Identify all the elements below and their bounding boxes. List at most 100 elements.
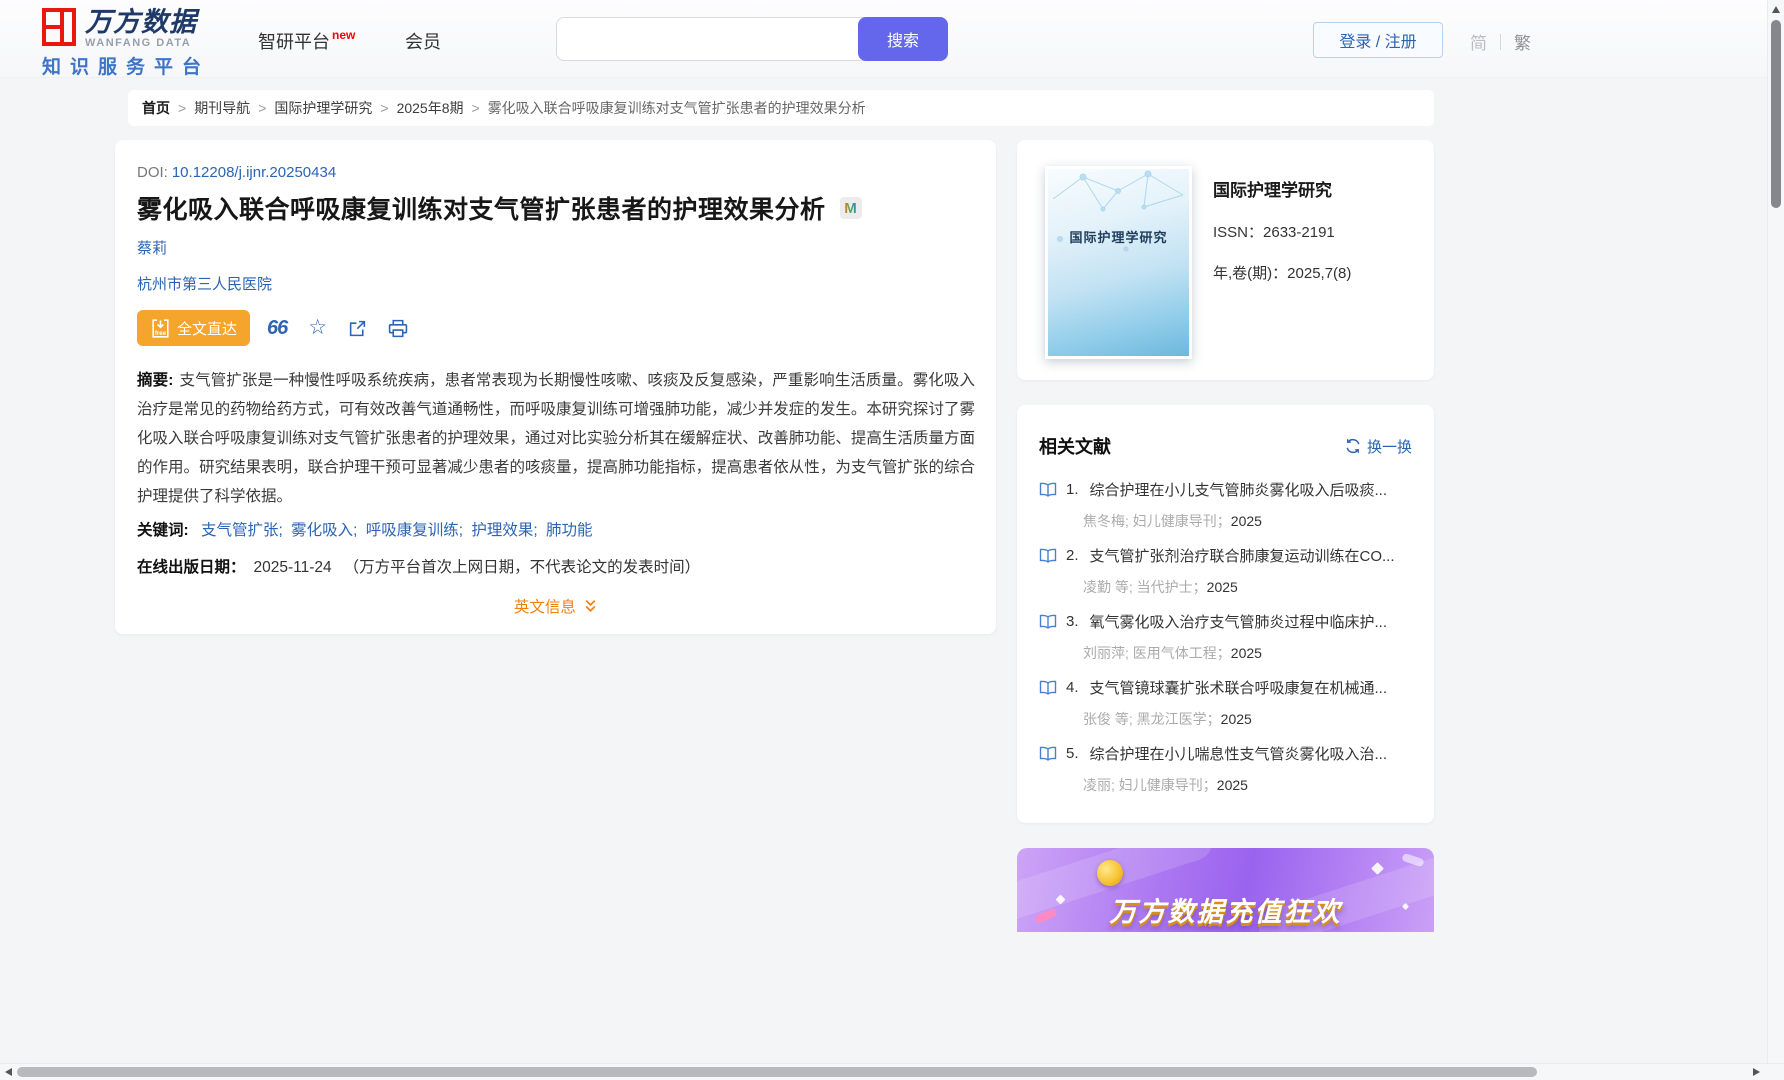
doi-label: DOI: (137, 164, 168, 181)
recharge-promo-banner[interactable]: 万方数据充值狂欢 (1017, 848, 1434, 932)
related-item: 1. 综合护理在小儿支气管肺炎雾化吸入后吸痰... 焦冬梅; 妇儿健康导刊；20… (1039, 479, 1418, 545)
related-item-meta: 张俊 等; 黑龙江医学；2025 (1083, 709, 1418, 729)
english-info-toggle[interactable]: 英文信息 (115, 595, 996, 617)
nav-item-zhiyan-platform[interactable]: 智研平台new (258, 28, 355, 54)
related-articles-card: 相关文献 换一换 1. 综合护理在小儿支气管肺炎雾化吸入后吸痰... 焦冬梅; … (1017, 405, 1434, 823)
breadcrumb-separator: > (472, 100, 480, 116)
related-item: 2. 支气管扩张剂治疗联合肺康复运动训练在CO... 凌勤 等; 当代护士；20… (1039, 545, 1418, 611)
breadcrumb-home[interactable]: 首页 (142, 98, 170, 118)
breadcrumb-separator: > (178, 100, 186, 116)
sparkle-icon (1371, 862, 1384, 875)
medical-badge-icon[interactable]: M (840, 197, 862, 219)
volume-value: 2025,7(8) (1287, 265, 1351, 282)
scroll-left-arrow[interactable] (5, 1068, 12, 1076)
doi-link[interactable]: 10.12208/j.ijnr.20250434 (172, 164, 336, 181)
lang-simplified[interactable]: 简 (1470, 29, 1487, 54)
related-articles-title: 相关文献 (1039, 433, 1111, 459)
lang-divider (1500, 34, 1501, 50)
related-item-meta: 凌丽; 妇儿健康导刊；2025 (1083, 775, 1418, 795)
language-toggle: 简 繁 (1470, 29, 1531, 54)
scroll-up-arrow[interactable] (1772, 6, 1780, 13)
journal-name[interactable]: 国际护理学研究 (1213, 176, 1351, 201)
nav-item-member[interactable]: 会员 (405, 28, 441, 54)
search-bar: 搜索 (556, 17, 948, 61)
lang-traditional[interactable]: 繁 (1514, 29, 1531, 54)
journal-card: 国际护理学研究 国际护理学研究 ISSN：2633-2191 年,卷(期)：20… (1017, 140, 1434, 380)
breadcrumb: 首页 > 期刊导航 > 国际护理学研究 > 2025年8期 > 雾化吸入联合呼吸… (128, 90, 1434, 126)
wanfang-logo-icon (42, 8, 76, 46)
breadcrumb-current: 雾化吸入联合呼吸康复训练对支气管扩张患者的护理效果分析 (488, 98, 866, 118)
header: 万方数据 WANFANG DATA 知识服务平台 智研平台new 会员 搜索 登… (0, 0, 1767, 78)
refresh-related-button[interactable]: 换一换 (1345, 436, 1412, 457)
wanfang-logo[interactable]: 万方数据 WANFANG DATA 知识服务平台 (42, 8, 210, 79)
abstract: 摘要:支气管扩张是一种慢性呼吸系统疾病，患者常表现为长期慢性咳嗽、咳痰及反复感染… (137, 366, 975, 511)
search-input[interactable] (556, 17, 866, 61)
online-date-value: 2025-11-24 (254, 559, 332, 576)
keyword-link[interactable]: 呼吸康复训练 (366, 522, 459, 539)
new-badge: new (332, 28, 355, 42)
horizontal-scrollbar-thumb[interactable] (17, 1067, 1537, 1077)
vertical-scrollbar-thumb[interactable] (1771, 20, 1781, 208)
affiliation-link[interactable]: 杭州市第三人民医院 (137, 273, 272, 294)
issn-label: ISSN： (1213, 224, 1263, 241)
double-chevron-down-icon (580, 599, 597, 616)
related-item-link[interactable]: 2. 支气管扩张剂治疗联合肺康复运动训练在CO... (1039, 545, 1418, 566)
doi-row: DOI:10.12208/j.ijnr.20250434 (137, 164, 336, 181)
abstract-label: 摘要: (137, 372, 173, 389)
book-icon (1039, 482, 1057, 497)
print-icon[interactable] (388, 319, 408, 338)
breadcrumb-journal[interactable]: 国际护理学研究 (274, 98, 372, 118)
breadcrumb-journal-nav[interactable]: 期刊导航 (194, 98, 250, 118)
favorite-star-icon[interactable]: ☆ (308, 318, 327, 338)
related-item: 3. 氧气雾化吸入治疗支气管肺炎过程中临床护... 刘丽萍; 医用气体工程；20… (1039, 611, 1418, 677)
keywords-label: 关键词: (137, 522, 189, 539)
breadcrumb-separator: > (258, 100, 266, 116)
fulltext-access-button[interactable]: free 全文直达 (137, 310, 250, 346)
action-bar: free 全文直达 66 ☆ (137, 310, 408, 346)
author-link[interactable]: 蔡莉 (137, 237, 167, 258)
online-date-label: 在线出版日期： (137, 559, 246, 576)
related-item: 5. 综合护理在小儿喘息性支气管炎雾化吸入治... 凌丽; 妇儿健康导刊；202… (1039, 743, 1418, 809)
gold-coin-icon (1097, 860, 1123, 886)
free-download-icon: free (150, 318, 171, 339)
related-item-link[interactable]: 1. 综合护理在小儿支气管肺炎雾化吸入后吸痰... (1039, 479, 1418, 500)
keyword-link[interactable]: 肺功能 (546, 522, 593, 539)
related-item: 4. 支气管镜球囊扩张术联合呼吸康复在机械通... 张俊 等; 黑龙江医学；20… (1039, 677, 1418, 743)
keywords-row: 关键词: 支气管扩张; 雾化吸入; 呼吸康复训练; 护理效果; 肺功能 (137, 518, 593, 540)
banner-text: 万方数据充值狂欢 (1017, 890, 1434, 929)
book-icon (1039, 746, 1057, 761)
share-export-icon[interactable] (348, 319, 367, 338)
related-item-link[interactable]: 3. 氧气雾化吸入治疗支气管肺炎过程中临床护... (1039, 611, 1418, 632)
journal-volume-row: 年,卷(期)：2025,7(8) (1213, 262, 1351, 283)
related-item-meta: 刘丽萍; 医用气体工程；2025 (1083, 643, 1418, 663)
keyword-link[interactable]: 护理效果 (471, 522, 533, 539)
vertical-scrollbar[interactable] (1767, 0, 1784, 1063)
brand-subtitle: 知识服务平台 (42, 52, 210, 79)
breadcrumb-issue[interactable]: 2025年8期 (397, 98, 464, 118)
brand-name-en: WANFANG DATA (85, 37, 197, 49)
book-icon (1039, 548, 1057, 563)
volume-label: 年,卷(期)： (1213, 265, 1287, 282)
book-icon (1039, 614, 1057, 629)
horizontal-scrollbar[interactable] (0, 1063, 1784, 1080)
scroll-right-arrow[interactable] (1753, 1068, 1760, 1076)
related-item-meta: 焦冬梅; 妇儿健康导刊；2025 (1083, 511, 1418, 531)
cite-quote-icon[interactable]: 66 (267, 317, 287, 340)
breadcrumb-separator: > (380, 100, 388, 116)
refresh-icon (1345, 438, 1361, 454)
article-card: DOI:10.12208/j.ijnr.20250434 雾化吸入联合呼吸康复训… (115, 140, 996, 634)
login-register-button[interactable]: 登录 / 注册 (1313, 22, 1443, 58)
cover-network-decoration (1048, 169, 1189, 264)
related-item-link[interactable]: 5. 综合护理在小儿喘息性支气管炎雾化吸入治... (1039, 743, 1418, 764)
keyword-link[interactable]: 雾化吸入 (291, 522, 353, 539)
search-button[interactable]: 搜索 (858, 17, 948, 61)
issn-value: 2633-2191 (1263, 224, 1335, 241)
related-item-meta: 凌勤 等; 当代护士；2025 (1083, 577, 1418, 597)
online-date-note: （万方平台首次上网日期，不代表论文的发表时间） (344, 559, 701, 576)
svg-text:free: free (155, 330, 167, 337)
book-icon (1039, 680, 1057, 695)
brand-name-cn: 万方数据 (85, 8, 197, 36)
related-item-link[interactable]: 4. 支气管镜球囊扩张术联合呼吸康复在机械通... (1039, 677, 1418, 698)
journal-cover[interactable]: 国际护理学研究 (1045, 166, 1192, 359)
keyword-link[interactable]: 支气管扩张 (201, 522, 279, 539)
